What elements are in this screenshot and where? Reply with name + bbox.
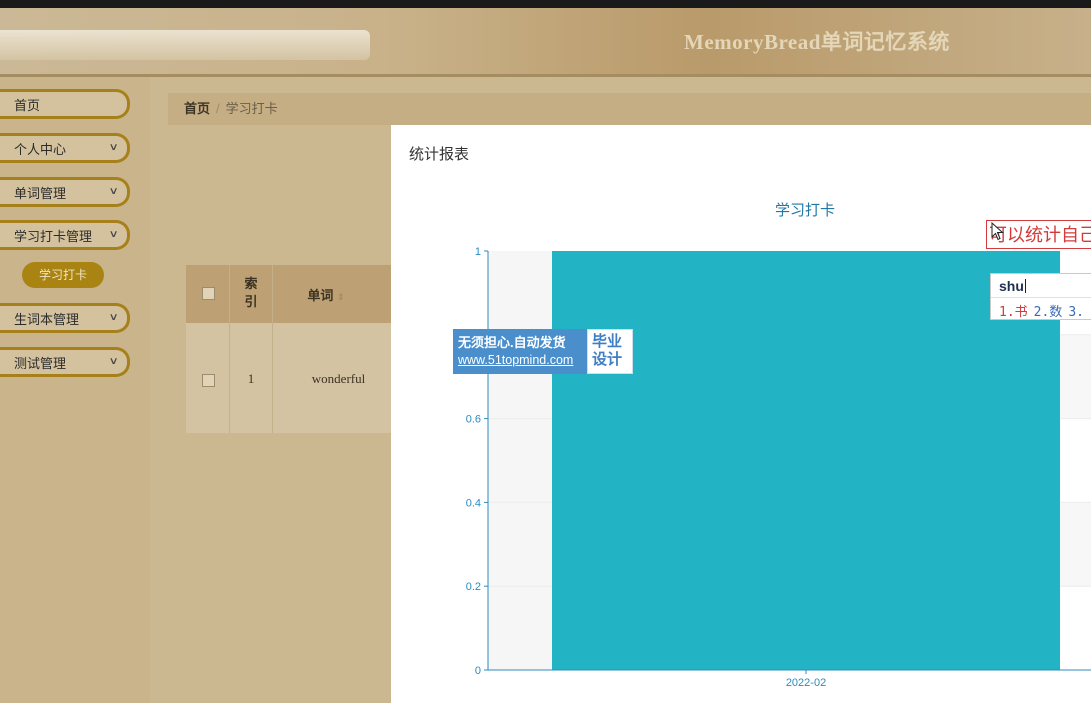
report-modal: 统计报表 学习打卡 2022-02 0 0.2 0.4 0.6 1: [391, 125, 1091, 703]
breadcrumb-separator: /: [216, 101, 220, 116]
breadcrumb-current: 学习打卡: [225, 101, 278, 116]
sidebar-item-label: 个人中心: [14, 141, 67, 157]
sidebar-item-vocab-book[interactable]: 生词本管理 ∨: [0, 303, 130, 333]
ime-candidate-2[interactable]: 2.数: [1034, 305, 1063, 319]
watermark: 无须担心.自动发货 www.51topmind.com 毕业设计: [453, 329, 633, 374]
breadcrumb: 首页 / 学习打卡: [168, 93, 1091, 125]
watermark-link: www.51topmind.com: [458, 353, 574, 367]
ime-candidates: 1.书 2.数 3.: [999, 301, 1090, 319]
ime-divider: [991, 297, 1091, 298]
sidebar-item-personal-center[interactable]: 个人中心 ∨: [0, 133, 130, 163]
y-tick-label: 0.4: [466, 497, 481, 509]
chevron-down-icon: ∨: [108, 142, 119, 153]
row-checkbox[interactable]: [202, 374, 215, 387]
y-tick-label: 0.6: [466, 414, 481, 426]
sidebar-item-label: 首页: [14, 97, 41, 113]
column-header-word-label: 单词: [307, 288, 334, 303]
text-caret: [1024, 279, 1026, 293]
mouse-cursor-icon: [991, 222, 1004, 241]
column-divider: [272, 265, 273, 433]
ime-candidate-3[interactable]: 3.: [1068, 305, 1084, 319]
sidebar-item-label: 测试管理: [14, 355, 67, 371]
y-tick-label: 0.2: [466, 581, 481, 593]
watermark-text: 无须担心.自动发货 www.51topmind.com: [453, 329, 587, 374]
sidebar-item-label: 单词管理: [14, 185, 67, 201]
x-tick-label: 2022-02: [786, 677, 826, 689]
sidebar-item-label: 学习打卡管理: [14, 228, 93, 244]
select-all-checkbox[interactable]: [202, 287, 215, 300]
top-strip: [0, 0, 1091, 8]
ime-input: shu: [999, 278, 1026, 294]
sidebar-item-home[interactable]: 首页: [0, 89, 130, 119]
sidebar: [0, 77, 150, 703]
app-title: MemoryBread单词记忆系统: [684, 30, 950, 54]
sidebar-item-word-management[interactable]: 单词管理 ∨: [0, 177, 130, 207]
bar-chart: 学习打卡 2022-02 0 0.2 0.4 0.6 1: [466, 202, 1091, 689]
sidebar-item-checkin-management[interactable]: 学习打卡管理 ∨: [0, 220, 130, 250]
sidebar-item-test-management[interactable]: 测试管理 ∨: [0, 347, 130, 377]
watermark-badge: 毕业设计: [587, 329, 633, 374]
chart-title: 学习打卡: [775, 202, 835, 219]
grid-band: [488, 251, 552, 670]
sidebar-subitem-checkin[interactable]: 学习打卡: [22, 262, 104, 288]
sidebar-item-label: 生词本管理: [14, 311, 80, 327]
sort-icon: ⇕: [337, 292, 345, 302]
ime-candidate-1[interactable]: 1.书: [999, 305, 1028, 319]
y-tick-label: 1: [475, 246, 481, 258]
breadcrumb-home[interactable]: 首页: [184, 101, 210, 116]
column-header-index: 索引: [244, 276, 258, 309]
ime-candidate-window: shu 1.书 2.数 3.: [990, 273, 1091, 320]
y-tick-label: 0: [475, 665, 481, 677]
chart-bar: [552, 251, 1060, 670]
ime-input-text: shu: [999, 278, 1024, 294]
chevron-down-icon: ∨: [108, 229, 119, 240]
watermark-line1: 无须担心.自动发货: [458, 335, 566, 350]
row-index: 1: [247, 371, 255, 386]
column-header-word[interactable]: 单词 ⇕: [286, 285, 366, 304]
chevron-down-icon: ∨: [108, 356, 119, 367]
column-divider: [229, 265, 230, 433]
chevron-down-icon: ∨: [108, 312, 119, 323]
header-decoration: [0, 30, 370, 60]
app-header: MemoryBread单词记忆系统: [0, 8, 1091, 77]
chevron-down-icon: ∨: [108, 186, 119, 197]
data-table: 索引 单词 ⇕ 1 wonderful: [186, 265, 406, 433]
row-word: wonderful: [311, 371, 366, 386]
